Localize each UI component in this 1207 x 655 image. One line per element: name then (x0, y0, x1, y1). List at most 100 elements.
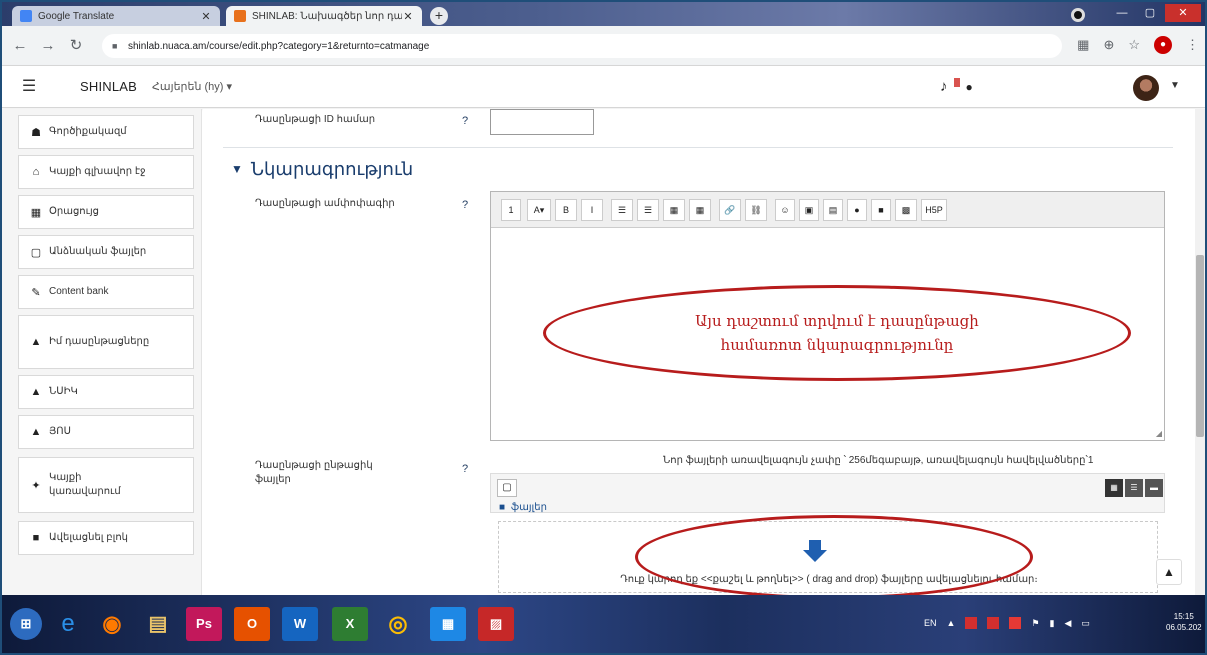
keyboard-language[interactable]: EN (924, 618, 937, 628)
browser-tab-google-translate[interactable]: Google Translate ✕ (12, 6, 220, 26)
notification-badge (953, 78, 960, 87)
wrench-icon: ✦ (31, 479, 41, 492)
sidebar-item-label: Անձնական ֆայլեր (49, 246, 147, 257)
help-icon[interactable]: ? (459, 115, 471, 127)
bookmark-star-icon[interactable]: ☆ (1128, 37, 1140, 53)
browser-tab-shinlab[interactable]: SHINLAB: Նախագծեր նոր դասընթաց ✕ (226, 6, 422, 26)
editor-toolbar-button[interactable]: I (581, 199, 603, 221)
editor-toolbar-button[interactable]: ☺ (775, 199, 795, 221)
section-divider (223, 147, 1173, 148)
editor-toolbar-button[interactable]: ⛓ (745, 199, 767, 221)
firefox-icon[interactable]: ◉ (94, 607, 130, 641)
page-scrollbar[interactable] (1195, 109, 1205, 595)
site-brand[interactable]: SHINLAB (80, 79, 137, 94)
annotation-callout: Այս դաշտում տրվում է դասընթացի համառոտ ն… (543, 285, 1131, 381)
tray-app-icon[interactable] (987, 617, 1000, 629)
sidebar-item-site-home[interactable]: ⌂ Կայքի գլխավոր էջ (18, 155, 194, 189)
sidebar-item-dashboard[interactable]: ☗ Գործիքակազմ (18, 115, 194, 149)
view-tree-icon[interactable]: ▬ (1145, 479, 1163, 497)
sidebar-item-site-admin[interactable]: ✦ Կայքի կառավարում (18, 457, 194, 513)
show-hidden-icons-icon[interactable]: ▲ (947, 618, 956, 628)
sidebar-item-my-courses[interactable]: ▲ Իմ դասընթացները (18, 315, 194, 369)
photoshop-icon[interactable]: Ps (186, 607, 222, 641)
chevron-down-icon[interactable]: ▼ (1170, 80, 1180, 91)
editor-toolbar-button[interactable]: ▣ (799, 199, 819, 221)
course-files-label-line2: ֆայլեր (255, 474, 291, 485)
system-clock[interactable]: 15:15 06.05.202 (1166, 611, 1202, 633)
menu-kebab-icon[interactable]: ⋮ (1186, 37, 1199, 53)
media-app-icon[interactable]: ▨ (478, 607, 514, 641)
section-title: Նկարագրություն (250, 159, 414, 179)
tray-app-icon[interactable] (1009, 617, 1022, 629)
editor-toolbar-button[interactable]: ■ (871, 199, 891, 221)
window-close-button[interactable]: ✕ (1165, 4, 1201, 22)
bell-icon[interactable]: ♪ (940, 78, 948, 95)
flag-icon[interactable]: ⚑ (1031, 618, 1039, 629)
close-tab-icon[interactable]: ✕ (200, 10, 212, 23)
sidebar-item-calendar[interactable]: ▦ Օրացույց (18, 195, 194, 229)
file-explorer-icon[interactable]: ▤ (140, 607, 176, 641)
toolbar-actions: ▦ ⊕ ☆ ● ⋮ (1077, 36, 1199, 54)
chrome-icon[interactable]: ◎ (380, 607, 416, 641)
course-id-input[interactable] (490, 109, 594, 135)
office-icon[interactable]: O (234, 607, 270, 641)
back-to-top-button[interactable]: ▲ (1156, 559, 1182, 585)
zoom-icon[interactable]: ⊕ (1103, 37, 1114, 53)
new-tab-button[interactable]: + (430, 7, 448, 25)
resize-handle-icon[interactable]: ◢ (1156, 429, 1162, 438)
maximize-button[interactable]: ▢ (1137, 4, 1163, 22)
section-description-header[interactable]: ▼ Նկարագրություն (231, 159, 413, 180)
minimize-button[interactable]: — (1109, 4, 1135, 22)
editor-toolbar-button[interactable]: ▤ (823, 199, 843, 221)
view-list-icon[interactable]: ☰ (1125, 479, 1143, 497)
word-icon[interactable]: W (282, 607, 318, 641)
help-icon[interactable]: ? (459, 463, 471, 475)
sidebar-item-add-block[interactable]: ■ Ավելացնել բլոկ (18, 521, 194, 555)
sidebar-item-private-files[interactable]: ▢ Անձնական ֆայլեր (18, 235, 194, 269)
translate-icon[interactable]: ▦ (1077, 37, 1089, 53)
sidebar-item-content-bank[interactable]: ✎ Content bank (18, 275, 194, 309)
excel-icon[interactable]: X (332, 607, 368, 641)
sidebar-item-yos[interactable]: ▲ ՅՈՍ (18, 415, 194, 449)
chevron-down-icon: ▼ (231, 162, 243, 176)
close-tab-icon[interactable]: ✕ (402, 10, 414, 23)
sidebar-item-label: Օրացույց (49, 206, 100, 217)
editor-toolbar-button[interactable]: 1 (501, 199, 521, 221)
editor-toolbar-button[interactable]: ☰ (611, 199, 633, 221)
help-icon[interactable]: ? (459, 199, 471, 211)
scrollbar-thumb[interactable] (1196, 255, 1204, 437)
pencil-icon: ✎ (31, 286, 41, 299)
add-file-icon[interactable]: ▢ (497, 479, 517, 497)
user-avatar[interactable] (1133, 75, 1159, 101)
calculator-icon[interactable]: ▦ (430, 607, 466, 641)
course-summary-label: Դասընթացի ամփոփագիր (255, 198, 395, 209)
reload-icon[interactable]: ↻ (66, 36, 86, 56)
network-icon[interactable]: ▮ (1050, 618, 1055, 629)
editor-toolbar-button[interactable]: 🔗 (719, 199, 741, 221)
language-selector[interactable]: Հայերեն (hy) ▾ (152, 80, 232, 93)
windows-start-icon[interactable]: ⊞ (10, 608, 42, 640)
address-bar[interactable]: ■ shinlab.nuaca.am/course/edit.php?categ… (102, 34, 1062, 58)
chat-icon[interactable]: ● (966, 80, 973, 94)
files-folder-breadcrumb[interactable]: ■ ֆայլեր (499, 502, 547, 513)
volume-icon[interactable]: ◀ (1064, 618, 1071, 629)
view-icons-icon[interactable]: ▦ (1105, 479, 1123, 497)
forward-icon[interactable]: → (38, 36, 58, 56)
editor-toolbar-button[interactable]: ▦ (663, 199, 685, 221)
tab-title: Google Translate (38, 10, 115, 22)
internet-explorer-icon[interactable]: e (50, 607, 86, 641)
editor-toolbar-button[interactable]: H5P (921, 199, 947, 221)
editor-toolbar-button[interactable]: ● (847, 199, 867, 221)
profile-avatar-icon[interactable]: ● (1154, 36, 1172, 54)
sidebar-item-nsik[interactable]: ▲ ՆՍԻԿ (18, 375, 194, 409)
main-content: Դասընթացի ID համար ? ▼ Նկարագրություն Դաս… (203, 109, 1195, 595)
editor-toolbar-button[interactable]: ☰ (637, 199, 659, 221)
battery-icon[interactable]: ▭ (1081, 618, 1090, 629)
editor-toolbar-button[interactable]: ▩ (895, 199, 917, 221)
hamburger-menu-icon[interactable]: ☰ (20, 78, 38, 96)
editor-toolbar-button[interactable]: ▦ (689, 199, 711, 221)
editor-toolbar-button[interactable]: B (555, 199, 577, 221)
tray-app-icon[interactable] (965, 617, 978, 629)
editor-toolbar-button[interactable]: A▾ (527, 199, 551, 221)
back-icon[interactable]: ← (10, 36, 30, 56)
